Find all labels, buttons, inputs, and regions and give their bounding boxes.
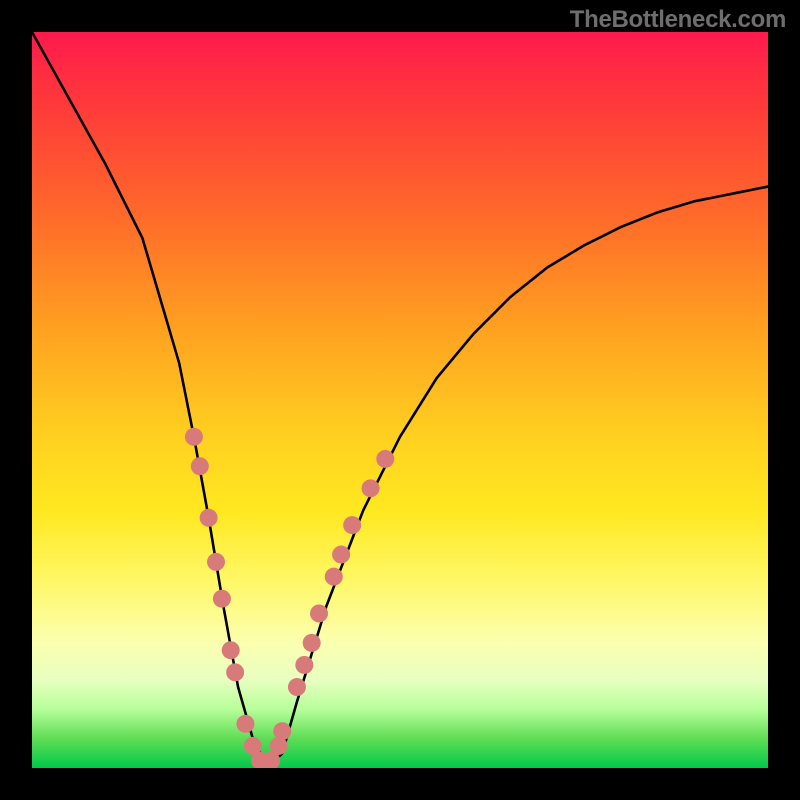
marker-dot [273,722,291,740]
marker-dot [310,604,328,622]
marker-dot [303,634,321,652]
marker-dot [226,663,244,681]
marker-dot [236,715,254,733]
marker-dot [213,590,231,608]
marker-dots [185,428,394,768]
marker-dot [332,546,350,564]
curve-line [32,32,768,768]
marker-dot [191,457,209,475]
marker-dot [185,428,203,446]
marker-dot [343,516,361,534]
marker-dot [295,656,313,674]
marker-dot [362,479,380,497]
marker-dot [222,641,240,659]
chart-frame: TheBottleneck.com [0,0,800,800]
chart-svg [32,32,768,768]
plot-area [32,32,768,768]
marker-dot [376,450,394,468]
marker-dot [325,568,343,586]
curve-path [32,32,768,768]
marker-dot [288,678,306,696]
marker-dot [200,509,218,527]
marker-dot [207,553,225,571]
watermark-label: TheBottleneck.com [570,6,786,34]
